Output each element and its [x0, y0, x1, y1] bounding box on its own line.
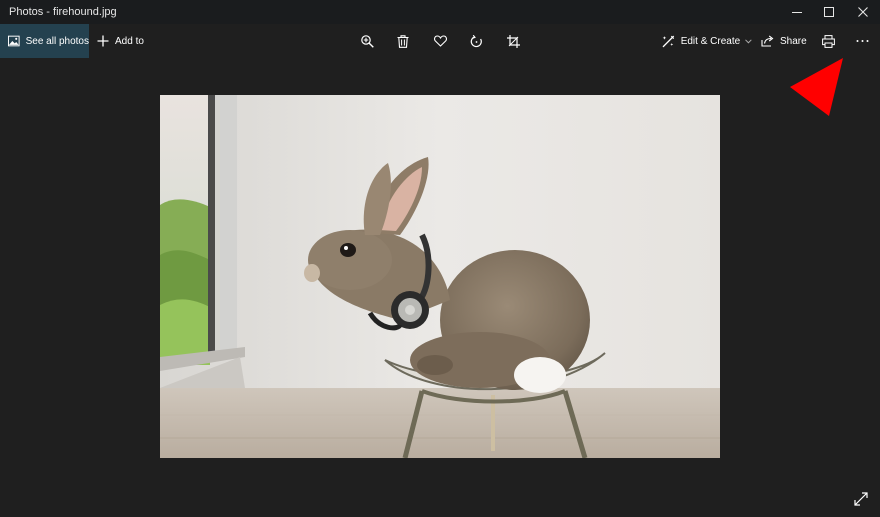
- more-icon: [856, 40, 868, 42]
- crop-button[interactable]: [500, 24, 526, 58]
- edit-create-icon: [662, 35, 675, 47]
- title-bar: Photos - firehound.jpg: [0, 0, 880, 24]
- share-button[interactable]: Share: [761, 24, 811, 58]
- favorite-button[interactable]: [427, 24, 453, 58]
- zoom-button[interactable]: [354, 24, 380, 58]
- plus-icon: [97, 35, 109, 47]
- see-all-photos-button[interactable]: See all photos: [0, 24, 89, 58]
- print-icon: [821, 34, 835, 48]
- maximize-icon: [824, 7, 834, 17]
- minimize-button[interactable]: [780, 0, 814, 24]
- window-title: Photos - firehound.jpg: [9, 6, 117, 18]
- more-options-button[interactable]: [849, 24, 875, 58]
- rotate-icon: [470, 34, 482, 47]
- crop-icon: [506, 34, 520, 48]
- add-to-button[interactable]: Add to: [97, 24, 157, 58]
- gallery-icon: [8, 35, 20, 47]
- rotate-button[interactable]: [463, 24, 489, 58]
- chevron-down-icon: [745, 38, 752, 43]
- favorite-icon: [433, 35, 447, 47]
- red-arrow-annotation: [790, 58, 843, 116]
- add-to-label: Add to: [115, 35, 144, 47]
- fullscreen-button[interactable]: [850, 488, 872, 510]
- close-icon: [858, 7, 868, 17]
- zoom-in-icon: [360, 34, 374, 48]
- print-button[interactable]: [815, 24, 841, 58]
- toolbar: See all photos Add to Edit & Create Shar…: [0, 24, 880, 58]
- close-button[interactable]: [846, 0, 880, 24]
- see-all-photos-label: See all photos: [25, 35, 89, 47]
- rabbit-photo: [160, 95, 720, 458]
- share-label: Share: [780, 35, 807, 47]
- delete-icon: [397, 34, 409, 48]
- fullscreen-icon: [854, 492, 868, 506]
- photo-viewer-image[interactable]: [160, 95, 720, 458]
- edit-create-label: Edit & Create: [680, 35, 741, 47]
- minimize-icon: [792, 12, 802, 13]
- maximize-button[interactable]: [812, 0, 846, 24]
- share-icon: [761, 35, 774, 47]
- delete-button[interactable]: [390, 24, 416, 58]
- edit-create-button[interactable]: Edit & Create: [662, 24, 752, 58]
